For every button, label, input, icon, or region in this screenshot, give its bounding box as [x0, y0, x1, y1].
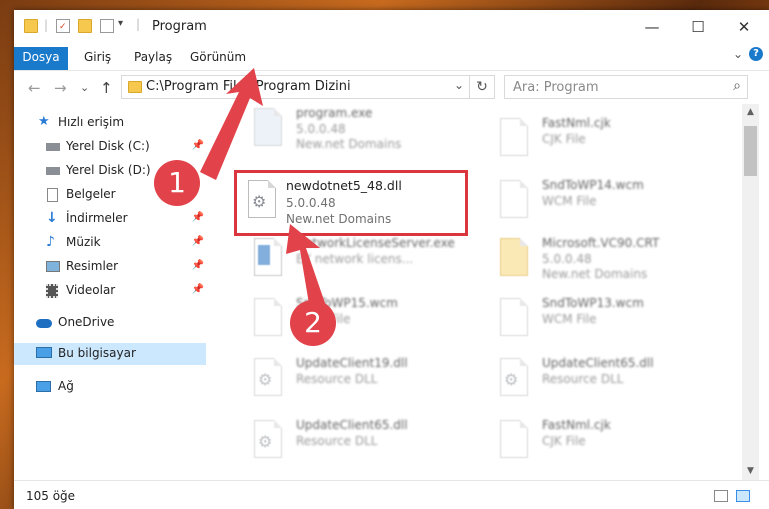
arrow-1 [200, 68, 263, 180]
step-badge-2: 2 [290, 300, 336, 346]
arrow-2 [286, 224, 326, 310]
annotation-arrows [200, 68, 326, 310]
step-badge-1: 1 [154, 160, 200, 206]
explorer-window: | ✓ ▾ | Program — ☐ ✕ Dosya Giriş Paylaş… [14, 10, 769, 509]
